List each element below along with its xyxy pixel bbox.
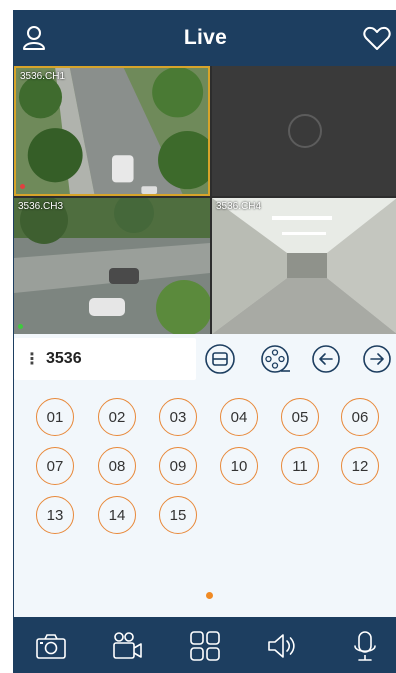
device-name: 3536 [46,350,82,367]
camera-placeholder-icon [287,114,322,148]
video-tile-ch1[interactable]: 3536.CH1 [14,66,210,196]
device-bar: ⋮ 3536 [14,334,396,384]
channel-button-09[interactable]: 09 [159,447,197,485]
status-dot [18,324,23,329]
grid-layout-icon[interactable] [188,629,222,663]
video-record-icon[interactable] [110,629,144,663]
page-title: Live [183,26,228,49]
top-bar: Live [14,10,396,66]
channel-button-03[interactable]: 03 [159,398,197,436]
more-vertical-icon: ⋮ [24,351,40,368]
bottom-toolbar [14,617,396,673]
video-tile-ch4[interactable]: 3536.CH4 [212,198,396,334]
channel-button-06[interactable]: 06 [341,398,379,436]
fit-screen-icon[interactable] [204,343,236,375]
channel-button-14[interactable]: 14 [98,496,136,534]
channel-button-02[interactable]: 02 [98,398,136,436]
status-dot [20,184,25,189]
arrow-right-icon[interactable] [361,343,393,375]
channel-button-01[interactable]: 01 [36,398,74,436]
channel-button-04[interactable]: 04 [220,398,258,436]
channel-button-13[interactable]: 13 [36,496,74,534]
tile-label: 3536.CH4 [216,201,262,212]
app-frame: Live 3536.CH1 3536.CH3 3536.CH4 ⋮ 3536 0… [13,10,396,673]
channel-button-07[interactable]: 07 [36,447,74,485]
video-tile-empty[interactable] [212,66,396,196]
page-indicator-dot [206,592,213,599]
microphone-icon[interactable] [348,629,382,663]
heart-icon[interactable] [361,22,393,54]
arrow-left-icon[interactable] [310,343,342,375]
tile-label: 3536.CH1 [20,71,66,82]
speaker-icon[interactable] [265,629,299,663]
film-reel-icon[interactable] [259,343,291,375]
camera-feed-corridor [212,198,396,334]
video-tile-ch3[interactable]: 3536.CH3 [14,198,210,334]
channel-button-15[interactable]: 15 [159,496,197,534]
video-grid: 3536.CH1 3536.CH3 3536.CH4 [14,66,396,334]
channel-button-12[interactable]: 12 [341,447,379,485]
camera-feed-street [16,68,208,194]
channel-button-08[interactable]: 08 [98,447,136,485]
camera-icon[interactable] [34,629,68,663]
camera-feed-parking [14,198,210,334]
tile-label: 3536.CH3 [18,201,64,212]
device-selector[interactable]: ⋮ 3536 [14,338,196,380]
channel-button-10[interactable]: 10 [220,447,258,485]
channel-button-11[interactable]: 11 [281,447,319,485]
channel-button-05[interactable]: 05 [281,398,319,436]
